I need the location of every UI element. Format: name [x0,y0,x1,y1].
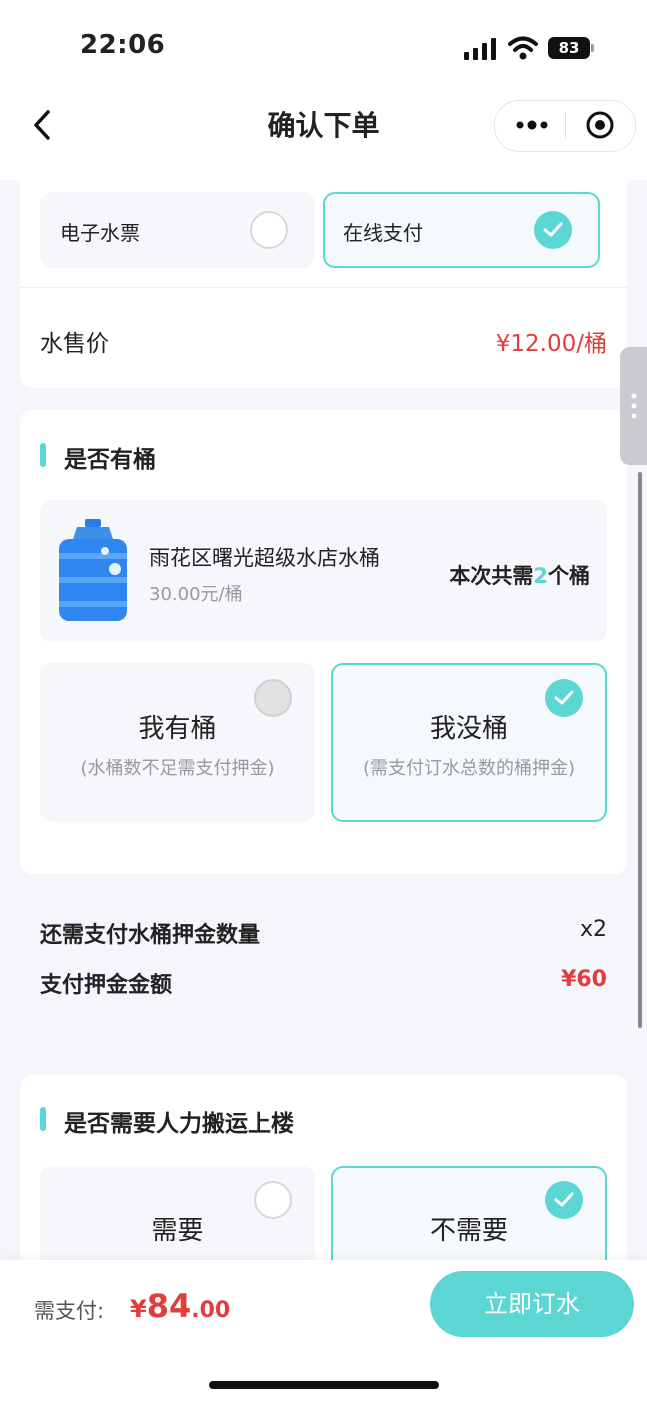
water-bucket-image [59,519,127,621]
scrollbar[interactable] [638,472,642,1028]
option-title: 我没桶 [429,714,508,744]
radio-unchecked-icon[interactable] [250,211,288,249]
option-title: 我有桶 [138,714,217,744]
section-marker [40,443,46,467]
wifi-icon [508,36,538,60]
deposit-amount-label: 支付押金金额 [40,973,173,998]
need-suffix: 个桶 [548,564,590,588]
capsule-divider [565,112,566,138]
payment-option-label: 在线支付 [343,221,423,245]
divider [20,287,627,288]
option-title: 不需要 [429,1216,508,1246]
section-title-bucket: 是否有桶 [64,447,156,473]
battery-icon: 83 [548,37,590,59]
need-prefix: 本次共需 [449,564,534,588]
total-amount-int: 84 [146,1287,192,1325]
battery-tip [591,44,594,52]
section-marker [40,1107,46,1131]
total-label: 需支付: [34,1299,105,1323]
payment-option-label: 电子水票 [60,221,140,245]
option-subtitle: (需支付订水总数的桶押金) [362,758,576,779]
total-currency: ¥ [130,1295,147,1323]
more-icon[interactable] [512,110,552,140]
price-value: ¥12.00/桶 [495,331,607,357]
section-title-carry: 是否需要人力搬运上楼 [64,1111,294,1137]
more-vertical-icon [631,393,637,419]
bucket-product-price: 30.00元/桶 [149,584,243,605]
status-time: 22:06 [80,30,166,60]
option-title: 需要 [151,1216,204,1246]
close-miniprogram-icon[interactable] [585,110,615,140]
signal-icon [464,38,496,60]
order-button[interactable]: 立即订水 [430,1271,634,1337]
need-count: 2 [533,564,548,588]
check-icon[interactable] [534,211,572,249]
total-amount: ¥84.00 [130,1287,230,1325]
bucket-product-name: 雨花区曙光超级水店水桶 [149,546,380,570]
price-label: 水售价 [40,331,109,357]
deposit-amount-value: ¥60 [561,967,607,992]
option-subtitle: (水桶数不足需支付押金) [80,758,275,779]
deposit-qty-label: 还需支付水桶押金数量 [40,923,261,948]
bucket-need-count: 本次共需2个桶 [449,560,590,590]
home-indicator [209,1381,439,1389]
deposit-qty-value: x2 [579,917,607,942]
total-amount-dec: .00 [191,1298,231,1323]
